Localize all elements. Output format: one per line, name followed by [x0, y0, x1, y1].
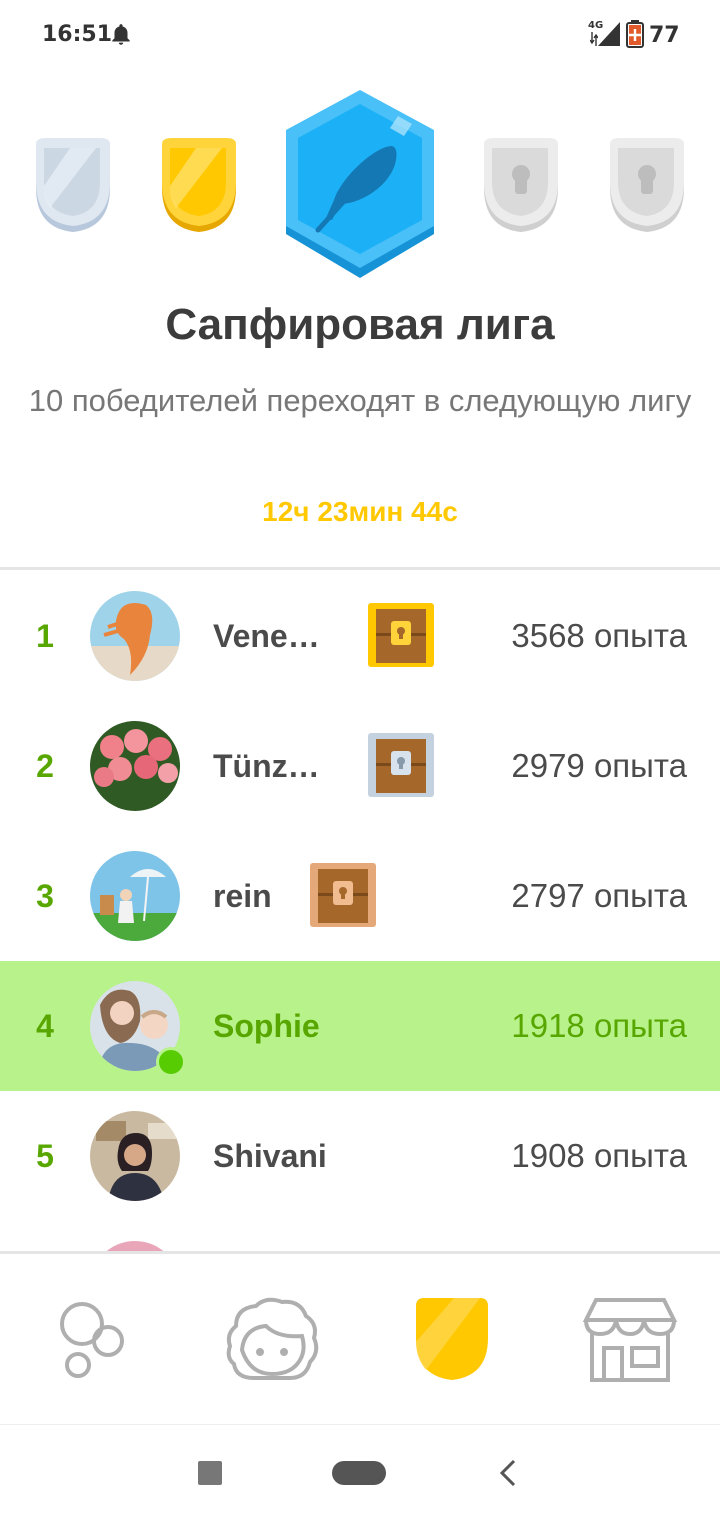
battery-icon: [626, 20, 644, 48]
back-button[interactable]: [496, 1459, 520, 1487]
xp-value: 2797 опыта: [511, 877, 687, 914]
user-name: rein: [213, 878, 272, 914]
leaderboard-row[interactable]: 1 Vene… 3568 опыта: [0, 571, 720, 701]
league-subtitle: 10 победителей переходят в следующую лиг…: [28, 383, 692, 418]
avatar[interactable]: [90, 591, 180, 681]
leaderboard-row[interactable]: 2 Tünz… 2979 опыта: [0, 701, 720, 831]
xp-value: 1908 опыта: [511, 1137, 687, 1174]
leaderboard-row[interactable]: 5 Shivani 1908 опыта: [0, 1091, 720, 1221]
store-icon: [582, 1298, 678, 1382]
rank-number: 2: [36, 748, 54, 784]
leaderboard-row-current-user[interactable]: 4 Sophie 1918 опыта: [0, 961, 720, 1091]
silver-league-badge[interactable]: [30, 138, 116, 234]
xp-value: 1918 опыта: [511, 1007, 687, 1044]
divider: [0, 567, 720, 570]
bronze-chest-icon: [310, 863, 376, 927]
shield-icon: [416, 1298, 488, 1380]
system-navigation-bar: [0, 1424, 720, 1521]
rank-number: 4: [36, 1008, 54, 1044]
battery-percent: 77: [649, 23, 680, 48]
avatar[interactable]: [90, 851, 180, 941]
rank-number: 5: [36, 1138, 54, 1174]
tab-learn[interactable]: [42, 1294, 142, 1384]
bubbles-icon: [60, 1302, 124, 1378]
avatar[interactable]: [90, 1241, 180, 1251]
xp-value: 2979 опыта: [511, 747, 687, 784]
league-title: Сапфировая лига: [165, 300, 555, 349]
bottom-tab-bar: [0, 1254, 720, 1424]
tab-leagues[interactable]: [402, 1294, 502, 1384]
sapphire-league-badge[interactable]: [280, 88, 440, 282]
user-name: Tünz…: [213, 748, 320, 784]
status-time: 16:51: [42, 22, 113, 47]
avatar[interactable]: [90, 721, 180, 811]
recent-apps-button[interactable]: [198, 1461, 222, 1485]
xp-value: 3568 опыта: [511, 617, 687, 654]
gold-chest-icon: [368, 603, 434, 667]
leaderboard-row[interactable]: 3 rein 2797 опыта: [0, 831, 720, 961]
online-status-indicator: [156, 1047, 186, 1077]
locked-league-badge[interactable]: [604, 138, 690, 234]
locked-league-badge[interactable]: [478, 138, 564, 234]
silver-chest-icon: [368, 733, 434, 797]
face-icon: [226, 1297, 319, 1380]
user-name: Shivani: [213, 1138, 327, 1174]
signal-icon: 4G: [584, 18, 620, 48]
bell-icon: [112, 24, 130, 45]
league-badges: [0, 80, 720, 290]
user-name: Vene…: [213, 618, 320, 654]
home-button[interactable]: [332, 1461, 386, 1485]
avatar[interactable]: [90, 1111, 180, 1201]
league-timer: 12ч 23мин 44с: [262, 496, 458, 527]
user-name: Sophie: [213, 1008, 320, 1044]
rank-number: 1: [36, 618, 54, 654]
status-bar: 16:51 4G 77: [0, 0, 720, 72]
gold-league-badge[interactable]: [156, 138, 242, 234]
rank-number: 3: [36, 878, 54, 914]
tab-shop[interactable]: [580, 1294, 680, 1384]
leaderboard[interactable]: 1 Vene… 3568 опыта 2 Tünz… 2979 опыта 3 …: [0, 571, 720, 1251]
tab-profile[interactable]: [222, 1294, 322, 1384]
